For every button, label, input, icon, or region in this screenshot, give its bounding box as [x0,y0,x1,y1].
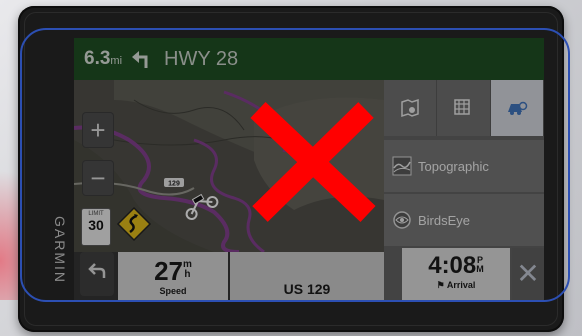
red-x-mark [250,102,376,222]
